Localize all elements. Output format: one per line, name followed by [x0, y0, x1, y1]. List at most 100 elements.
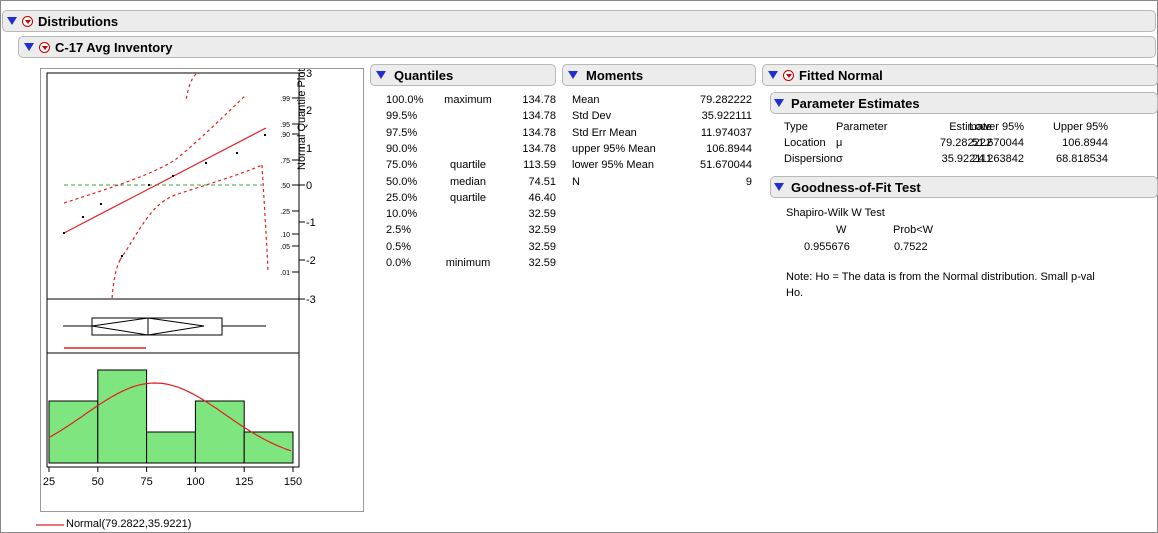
quantile-label: maximum — [444, 94, 492, 106]
gof-w-value: 0.955676 — [804, 241, 850, 253]
moment-value: 106.8944 — [706, 142, 752, 155]
moment-label: Mean — [572, 94, 600, 106]
param-cell: 106.8944 — [1062, 137, 1108, 149]
gof-note-line1: Note: Ho = The data is from the Normal d… — [786, 271, 1095, 283]
quantile-value: 134.78 — [522, 126, 556, 139]
param-header: Upper 95% — [1052, 121, 1108, 133]
moment-label: Std Dev — [572, 110, 612, 123]
moment-value: 9 — [745, 175, 752, 188]
parameter-estimates-title: Parameter Estimates — [791, 95, 920, 111]
fitted-normal-header[interactable]: Fitted Normal — [762, 64, 1158, 86]
moments-header[interactable]: Moments — [562, 64, 756, 86]
gof-w-header: W — [836, 224, 847, 236]
param-header: Type — [784, 121, 808, 133]
gof-prob-header: Prob<W — [893, 224, 934, 236]
quantile-right-tick-label: 0 — [306, 180, 312, 192]
quantile-value: 32.59 — [528, 224, 556, 237]
moment-value: 51.670044 — [700, 159, 752, 172]
quantiles-header[interactable]: Quantiles — [370, 64, 556, 86]
quantile-percent: 0.0% — [386, 257, 412, 269]
quantile-value: 74.51 — [528, 175, 556, 188]
quantile-percent: 0.5% — [386, 240, 412, 253]
moment-value: 79.282222 — [700, 94, 752, 106]
moment-value: 11.974037 — [700, 126, 752, 139]
quantile-right-tick-label: -3 — [306, 294, 316, 306]
quantile-percent: 75.0% — [386, 159, 418, 172]
moment-label: upper 95% Mean — [572, 142, 656, 155]
param-cell: 24.263842 — [972, 153, 1024, 165]
quantile-right-tick-label: -1 — [306, 217, 316, 229]
histogram-legend: Normal(79.2822,35.9221) — [66, 518, 192, 530]
param-cell: Dispersion — [784, 153, 836, 165]
disclosure-triangle-icon[interactable] — [768, 71, 778, 79]
parameter-estimates-header[interactable]: Parameter Estimates — [770, 92, 1158, 114]
quantile-value: 32.59 — [528, 208, 556, 221]
moment-label: Std Err Mean — [572, 126, 637, 139]
fitted-normal-title: Fitted Normal — [799, 67, 883, 83]
param-cell: σ — [836, 153, 843, 165]
quantile-percent: 99.5% — [386, 110, 418, 123]
quantile-value: 134.78 — [522, 110, 556, 123]
quantile-percent: 2.5% — [386, 224, 412, 237]
moment-label: N — [572, 175, 580, 188]
histogram-bar — [243, 431, 294, 464]
gof-prob-value: 0.7522 — [894, 241, 928, 253]
quantile-percent: 100.0% — [386, 94, 424, 106]
quantile-value: 113.59 — [523, 159, 556, 172]
parameter-estimates-table: Type Parameter Estimate Lower 95% Upper 95% L… — [784, 121, 1158, 171]
red-triangle-menu-icon[interactable] — [783, 69, 794, 81]
quantile-percent: 90.0% — [386, 142, 418, 155]
param-cell: Location — [784, 137, 826, 149]
histogram-tick-label: 50 — [92, 476, 104, 488]
param-header: Parameter — [836, 121, 888, 133]
prob-tick-label: .50 — [280, 183, 290, 190]
histogram-tick-label: 25 — [43, 476, 55, 488]
gof-note-line2: Ho. — [786, 287, 804, 299]
quantile-value: 134.78 — [522, 94, 556, 106]
moment-label: lower 95% Mean — [572, 159, 654, 172]
quantile-value: 32.59 — [528, 240, 556, 253]
disclosure-triangle-icon[interactable] — [376, 71, 386, 79]
moments-table: Mean 79.282222 Std Dev 35.922111 Std Err Mea… — [572, 94, 757, 204]
prob-tick-label: .75 — [280, 158, 290, 165]
quantile-value: 46.40 — [528, 191, 556, 204]
quantile-right-tick-label: -2 — [306, 255, 316, 267]
quantile-percent: 50.0% — [386, 175, 418, 188]
disclosure-triangle-icon[interactable] — [568, 71, 578, 79]
quantile-label: quartile — [449, 191, 487, 204]
quantile-value: 134.78 — [522, 142, 556, 155]
quantiles-table: 100.0% maximum 134.78 99.5% 134.78 97.5% 134.7… — [386, 94, 561, 304]
moment-value: 35.922111 — [701, 110, 752, 123]
quantile-label: median — [449, 175, 487, 188]
normal-quantile-plot-label: Normal Quantile Plot — [296, 68, 308, 171]
gof-test-name: Shapiro-Wilk W Test — [786, 207, 885, 219]
prob-tick-label: .10 — [280, 232, 290, 239]
quantile-label: minimum — [445, 257, 491, 269]
histogram-bar — [97, 369, 148, 464]
quantile-percent: 97.5% — [386, 126, 418, 139]
quantile-label: quartile — [449, 159, 487, 172]
param-cell: μ — [836, 137, 843, 149]
prob-tick-label: .99 — [280, 96, 290, 103]
histogram-bar — [146, 431, 196, 464]
prob-tick-label: .90 — [280, 132, 290, 139]
prob-tick-label: .01 — [280, 270, 290, 277]
quantile-value: 32.59 — [528, 257, 556, 269]
prob-tick-label: .25 — [280, 209, 290, 216]
gof-title: Goodness-of-Fit Test — [791, 179, 921, 195]
disclosure-triangle-icon[interactable] — [774, 99, 784, 107]
prob-tick-label: .05 — [280, 244, 290, 251]
prob-tick-label: .95 — [280, 122, 290, 129]
param-cell: 68.818534 — [1056, 153, 1108, 165]
quantile-percent: 25.0% — [386, 191, 418, 204]
moments-title: Moments — [586, 67, 644, 83]
quantile-percent: 10.0% — [386, 208, 418, 221]
gof-header[interactable]: Goodness-of-Fit Test — [770, 176, 1158, 198]
histogram-tick-label: 150 — [284, 476, 302, 488]
param-header: Lower 95% — [968, 121, 1024, 133]
param-cell: 51.670044 — [972, 137, 1024, 149]
histogram-tick-label: 125 — [235, 476, 253, 488]
disclosure-triangle-icon[interactable] — [774, 183, 784, 191]
quantiles-title: Quantiles — [394, 67, 454, 83]
histogram-tick-label: 100 — [186, 476, 204, 488]
